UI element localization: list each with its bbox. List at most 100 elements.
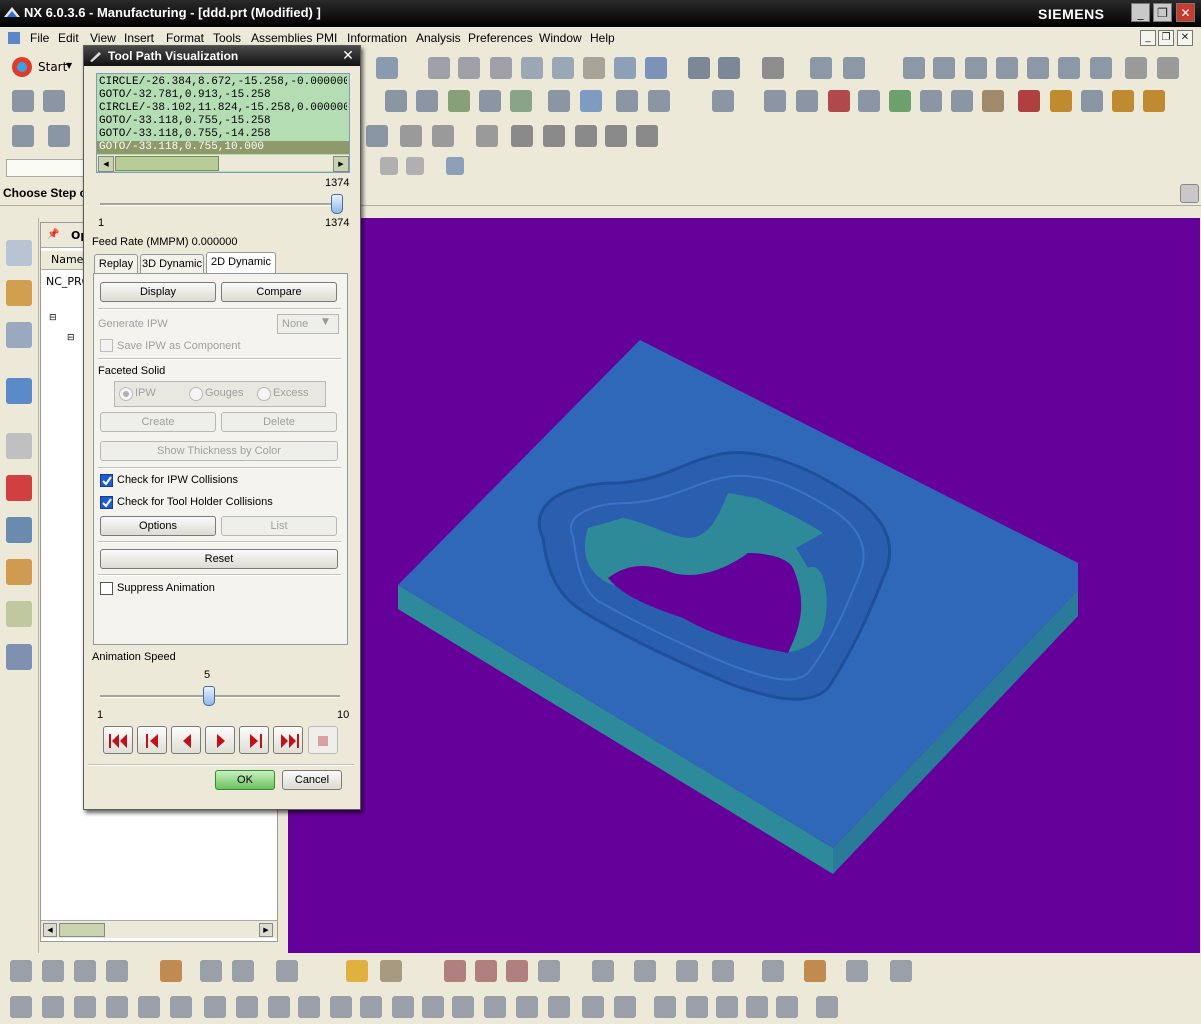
toolbar-icon[interactable] — [686, 996, 708, 1018]
generate-ipw-select[interactable]: None ▼ — [277, 314, 339, 334]
fit-icon[interactable] — [1180, 184, 1199, 203]
menu-edit[interactable]: Edit — [58, 31, 79, 45]
toolbar-icon[interactable] — [12, 125, 34, 147]
toolbar-icon[interactable] — [376, 57, 398, 79]
toolbar-icon[interactable] — [616, 90, 638, 112]
toolbar-icon[interactable] — [476, 125, 498, 147]
toolbar-icon[interactable] — [548, 90, 570, 112]
toolbar-icon[interactable] — [236, 996, 258, 1018]
start-icon[interactable] — [10, 55, 34, 79]
toolbar-icon[interactable] — [605, 125, 627, 147]
menu-assemblies[interactable]: Assemblies — [251, 31, 312, 45]
toolbar-icon[interactable] — [648, 90, 670, 112]
toolbar-icon[interactable] — [330, 996, 352, 1018]
radio-ipw[interactable] — [119, 387, 133, 401]
toolbar-icon[interactable] — [106, 996, 128, 1018]
chevron-down-icon[interactable]: ▼ — [322, 317, 329, 327]
suppress-animation-checkbox[interactable] — [100, 582, 113, 595]
rotate-icon[interactable] — [552, 57, 574, 79]
toolbar-icon[interactable] — [654, 996, 676, 1018]
toolbar-icon[interactable] — [74, 960, 96, 982]
menu-window[interactable]: Window — [539, 31, 582, 45]
toolbar-icon[interactable] — [575, 125, 597, 147]
toolbar-icon[interactable] — [392, 996, 414, 1018]
toolbar-icon[interactable] — [1050, 90, 1072, 112]
toolbar-icon[interactable] — [1157, 57, 1179, 79]
step-slider-track[interactable] — [100, 203, 340, 206]
toolbar-icon[interactable] — [446, 157, 464, 175]
doc-restore-button[interactable]: ❐ — [1158, 30, 1174, 46]
show-thickness-button[interactable]: Show Thickness by Color — [100, 441, 338, 461]
save-ipw-checkbox[interactable] — [100, 339, 113, 352]
toolbar-icon[interactable] — [996, 57, 1018, 79]
app-menu-icon[interactable] — [6, 30, 22, 46]
toolbar-icon[interactable] — [360, 996, 382, 1018]
tab-3d-dynamic[interactable]: 3D Dynamic — [140, 254, 204, 273]
dialog-title-bar[interactable]: Tool Path Visualization ✕ — [84, 46, 360, 66]
maximize-button[interactable]: ❐ — [1153, 3, 1172, 22]
menu-analysis[interactable]: Analysis — [416, 31, 461, 45]
graphics-window[interactable] — [288, 218, 1200, 953]
toolbar-icon[interactable] — [276, 960, 298, 982]
menu-preferences[interactable]: Preferences — [468, 31, 533, 45]
toolbar-icon[interactable] — [484, 996, 506, 1018]
view-cube-icon[interactable] — [645, 57, 667, 79]
toolbar-icon[interactable] — [42, 960, 64, 982]
close-window-button[interactable]: ✕ — [1176, 3, 1195, 22]
toolbar-icon[interactable] — [12, 90, 34, 112]
toolpath-line[interactable]: CIRCLE/-38.102,11.824,-15.258,0.0000000,… — [99, 102, 347, 115]
toolbar-icon[interactable] — [385, 90, 407, 112]
toolbar-icon[interactable] — [1090, 57, 1112, 79]
toolbar-icon[interactable] — [614, 57, 636, 79]
tab-2d-dynamic[interactable]: 2D Dynamic — [206, 252, 276, 273]
part-navigator-icon[interactable] — [6, 322, 32, 348]
fast-forward-to-end-button[interactable] — [273, 726, 303, 754]
toolpath-line[interactable]: GOTO/-33.118,0.755,-14.258 — [99, 128, 347, 141]
column-name[interactable]: Name — [51, 253, 83, 266]
toolbar-icon[interactable] — [452, 996, 474, 1018]
toolbar-icon[interactable] — [810, 57, 832, 79]
toolbar-icon[interactable] — [951, 90, 973, 112]
toolbar-icon[interactable] — [776, 996, 798, 1018]
toolbar-icon[interactable] — [416, 90, 438, 112]
doc-minimize-button[interactable]: _ — [1140, 30, 1156, 46]
menu-tools[interactable]: Tools — [213, 31, 241, 45]
toolbar-icon[interactable] — [444, 960, 466, 982]
toolpath-line[interactable]: CIRCLE/-26.384,8.672,-15.258,-0.0000000,… — [99, 76, 347, 89]
speed-slider-track[interactable] — [100, 695, 340, 698]
reset-button[interactable]: Reset — [100, 549, 338, 569]
toolbar-icon[interactable] — [543, 125, 565, 147]
toolbar-icon[interactable] — [204, 996, 226, 1018]
radio-excess[interactable] — [257, 387, 271, 401]
toolbar-icon[interactable] — [448, 90, 470, 112]
toolpath-list[interactable]: CIRCLE/-26.384,8.672,-15.258,-0.0000000,… — [96, 73, 350, 173]
toolbar-icon[interactable] — [933, 57, 955, 79]
display-button[interactable]: Display — [100, 282, 216, 302]
render-style-icon[interactable] — [688, 57, 710, 79]
step-slider-thumb[interactable] — [331, 194, 343, 214]
toolbar-icon[interactable] — [846, 960, 868, 982]
toolbar-icon[interactable] — [764, 90, 786, 112]
toolbar-icon[interactable] — [516, 996, 538, 1018]
scroll-left-icon[interactable]: ◀ — [98, 156, 114, 172]
menu-information[interactable]: Information — [347, 31, 407, 45]
toolbar-icon[interactable] — [718, 57, 740, 79]
toolbar-icon[interactable] — [42, 996, 64, 1018]
radio-gouges[interactable] — [189, 387, 203, 401]
menu-insert[interactable]: Insert — [124, 31, 154, 45]
toolbar-icon[interactable] — [200, 960, 222, 982]
operation-navigator-icon[interactable] — [6, 240, 32, 266]
toolbar-icon[interactable] — [479, 90, 501, 112]
filter-dropdown[interactable] — [6, 159, 84, 177]
rewind-to-start-button[interactable] — [103, 726, 133, 754]
roles-icon[interactable] — [6, 559, 32, 585]
menu-pmi[interactable]: PMI — [316, 31, 337, 45]
toolbar-icon[interactable] — [510, 90, 532, 112]
options-button[interactable]: Options — [100, 516, 216, 536]
list-button[interactable]: List — [221, 516, 337, 536]
speed-slider-thumb[interactable] — [203, 686, 215, 706]
toolbar-icon[interactable] — [380, 960, 402, 982]
list-hscrollbar[interactable]: ◀ ▶ — [97, 155, 349, 172]
toolbar-icon[interactable] — [366, 125, 388, 147]
menu-file[interactable]: File — [30, 31, 49, 45]
